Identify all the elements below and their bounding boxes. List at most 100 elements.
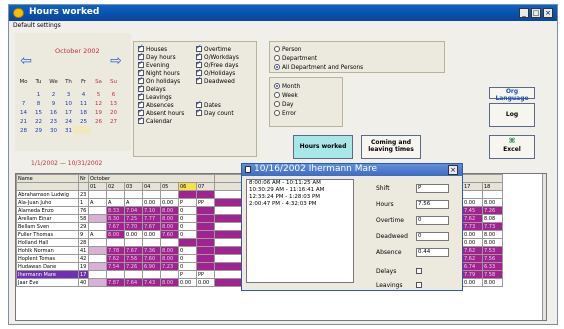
grid-scrollbar[interactable] <box>542 174 546 320</box>
grid-cell[interactable] <box>196 190 215 199</box>
checkbox-option[interactable]: Delays <box>138 83 184 93</box>
grid-cell[interactable]: 7.36 <box>142 246 161 255</box>
grid-cell[interactable]: 7.26 <box>124 262 143 271</box>
grid-cell[interactable]: 7.23 <box>160 262 179 271</box>
grid-nr-cell[interactable]: 9 <box>78 230 89 239</box>
grid-cell[interactable] <box>142 238 161 247</box>
grid-cell[interactable]: PP <box>196 198 215 207</box>
grid-cell[interactable] <box>88 278 107 287</box>
calendar-day[interactable]: 9 <box>47 100 60 108</box>
grid-header-month[interactable]: October <box>88 174 215 183</box>
grid-cell[interactable] <box>196 262 215 271</box>
grid-cell[interactable]: 8.00 <box>106 230 125 239</box>
grid-cell[interactable] <box>196 230 215 239</box>
calendar-day[interactable]: 8 <box>32 100 45 108</box>
radio-option[interactable]: Department <box>274 54 363 63</box>
grid-nr-cell[interactable]: 17 <box>78 270 89 279</box>
grid-cell[interactable]: 0.00 <box>462 278 483 287</box>
grid-cell[interactable]: 7.56 <box>124 254 143 263</box>
calendar-day[interactable]: 23 <box>47 118 60 126</box>
radio-option[interactable]: Day <box>274 100 300 109</box>
grid-name-cell[interactable]: Alameda Enzo <box>16 206 79 215</box>
calendar-day[interactable]: 26 <box>92 118 105 126</box>
radio-button[interactable] <box>274 92 280 98</box>
checkbox-option[interactable]: Leavings <box>138 91 184 101</box>
calendar-day[interactable]: 10 <box>62 100 75 108</box>
grid-cell[interactable]: 7.79 <box>462 270 483 279</box>
calendar-day[interactable]: 2 <box>47 91 60 99</box>
grid-cell[interactable]: 8.00 <box>482 278 503 287</box>
grid-cell[interactable]: 8.00 <box>160 246 179 255</box>
grid-day-header[interactable]: 07 <box>196 182 215 191</box>
grid-cell[interactable]: 0 <box>178 222 197 231</box>
checkbox[interactable] <box>416 282 422 288</box>
grid-cell[interactable] <box>88 246 107 255</box>
grid-cell[interactable]: 7.04 <box>124 206 143 215</box>
grid-cell[interactable]: 7.53 <box>482 246 503 255</box>
grid-cell[interactable]: 8.00 <box>482 238 503 247</box>
checkbox-option[interactable]: Calendar <box>138 115 184 125</box>
grid-cell[interactable] <box>88 254 107 263</box>
checkbox-option[interactable]: Absences <box>138 99 184 109</box>
grid-name-cell[interactable]: Jaar Eve <box>16 278 79 287</box>
grid-cell[interactable] <box>16 182 79 191</box>
calendar-day[interactable] <box>107 127 120 135</box>
grid-cell[interactable]: 8.08 <box>482 214 503 223</box>
grid-cell[interactable]: 0 <box>178 246 197 255</box>
grid-nr-cell[interactable]: 19 <box>78 262 89 271</box>
grid-cell[interactable]: 0.00 <box>142 198 161 207</box>
grid-day-header[interactable]: 03 <box>124 182 143 191</box>
grid-day-header[interactable]: 04 <box>142 182 161 191</box>
calendar-day[interactable]: 14 <box>17 109 30 117</box>
grid-day-header[interactable]: 05 <box>160 182 179 191</box>
grid-cell[interactable] <box>88 206 107 215</box>
dialog-field-input[interactable]: 0.44 <box>416 248 449 257</box>
calendar-day[interactable]: 13 <box>107 100 120 108</box>
checkbox-option[interactable]: Overtime <box>196 43 239 53</box>
grid-cell[interactable]: 7.64 <box>124 278 143 287</box>
grid-nr-cell[interactable]: 23 <box>78 190 89 199</box>
grid-cell[interactable]: 8.30 <box>106 214 125 223</box>
grid-cell[interactable]: 7.67 <box>106 222 125 231</box>
calendar-day[interactable]: 1 <box>32 91 45 99</box>
grid-cell[interactable] <box>196 206 215 215</box>
grid-cell[interactable]: P <box>178 270 197 279</box>
grid-cell[interactable]: 0 <box>178 214 197 223</box>
grid-cell[interactable]: PP <box>196 270 215 279</box>
checkbox-option[interactable]: O/Holidays <box>196 67 239 77</box>
checkbox-option[interactable]: On holidays <box>138 75 184 85</box>
grid-cell[interactable] <box>178 190 197 199</box>
grid-cell[interactable]: 0.00 <box>462 238 483 247</box>
grid-cell[interactable]: 0 <box>178 206 197 215</box>
dialog-check-row[interactable]: Leavings <box>376 282 436 291</box>
grid-cell[interactable] <box>106 270 125 279</box>
grid-cell[interactable] <box>196 254 215 263</box>
checkbox-option[interactable]: Day count <box>196 107 234 117</box>
grid-nr-cell[interactable]: 41 <box>78 246 89 255</box>
grid-cell[interactable] <box>88 214 107 223</box>
grid-cell[interactable]: 6.74 <box>462 262 483 271</box>
grid-cell[interactable]: 0.00 <box>124 230 143 239</box>
grid-nr-cell[interactable]: 42 <box>78 254 89 263</box>
calendar-day[interactable]: 7 <box>17 100 30 108</box>
grid-cell[interactable]: 7.87 <box>106 278 125 287</box>
calendar-day[interactable]: 19 <box>92 109 105 117</box>
grid-cell[interactable] <box>196 222 215 231</box>
radio-option[interactable]: Error <box>274 109 300 118</box>
grid-nr-cell[interactable]: 1 <box>78 198 89 207</box>
grid-cell[interactable]: 7.67 <box>124 246 143 255</box>
grid-cell[interactable]: 7.78 <box>106 246 125 255</box>
grid-cell[interactable]: 8.00 <box>160 254 179 263</box>
right-arrow-icon[interactable]: ⇨ <box>107 54 125 69</box>
radio-option[interactable]: Month <box>274 82 300 91</box>
checkbox-option[interactable]: Night hours <box>138 67 184 77</box>
calendar-day[interactable]: 18 <box>77 109 90 117</box>
grid-cell[interactable]: 0.00 <box>462 198 483 207</box>
grid-name-cell[interactable]: Abrahamson Ludwig <box>16 190 79 199</box>
calendar-day[interactable] <box>92 127 105 135</box>
grid-cell[interactable]: 8.00 <box>482 230 503 239</box>
grid-cell[interactable]: 8.00 <box>160 214 179 223</box>
grid-name-cell[interactable]: Ihermann Mare <box>16 270 79 279</box>
grid-day-header[interactable]: 17 <box>462 182 483 191</box>
minimize-button[interactable]: _ <box>519 8 529 18</box>
